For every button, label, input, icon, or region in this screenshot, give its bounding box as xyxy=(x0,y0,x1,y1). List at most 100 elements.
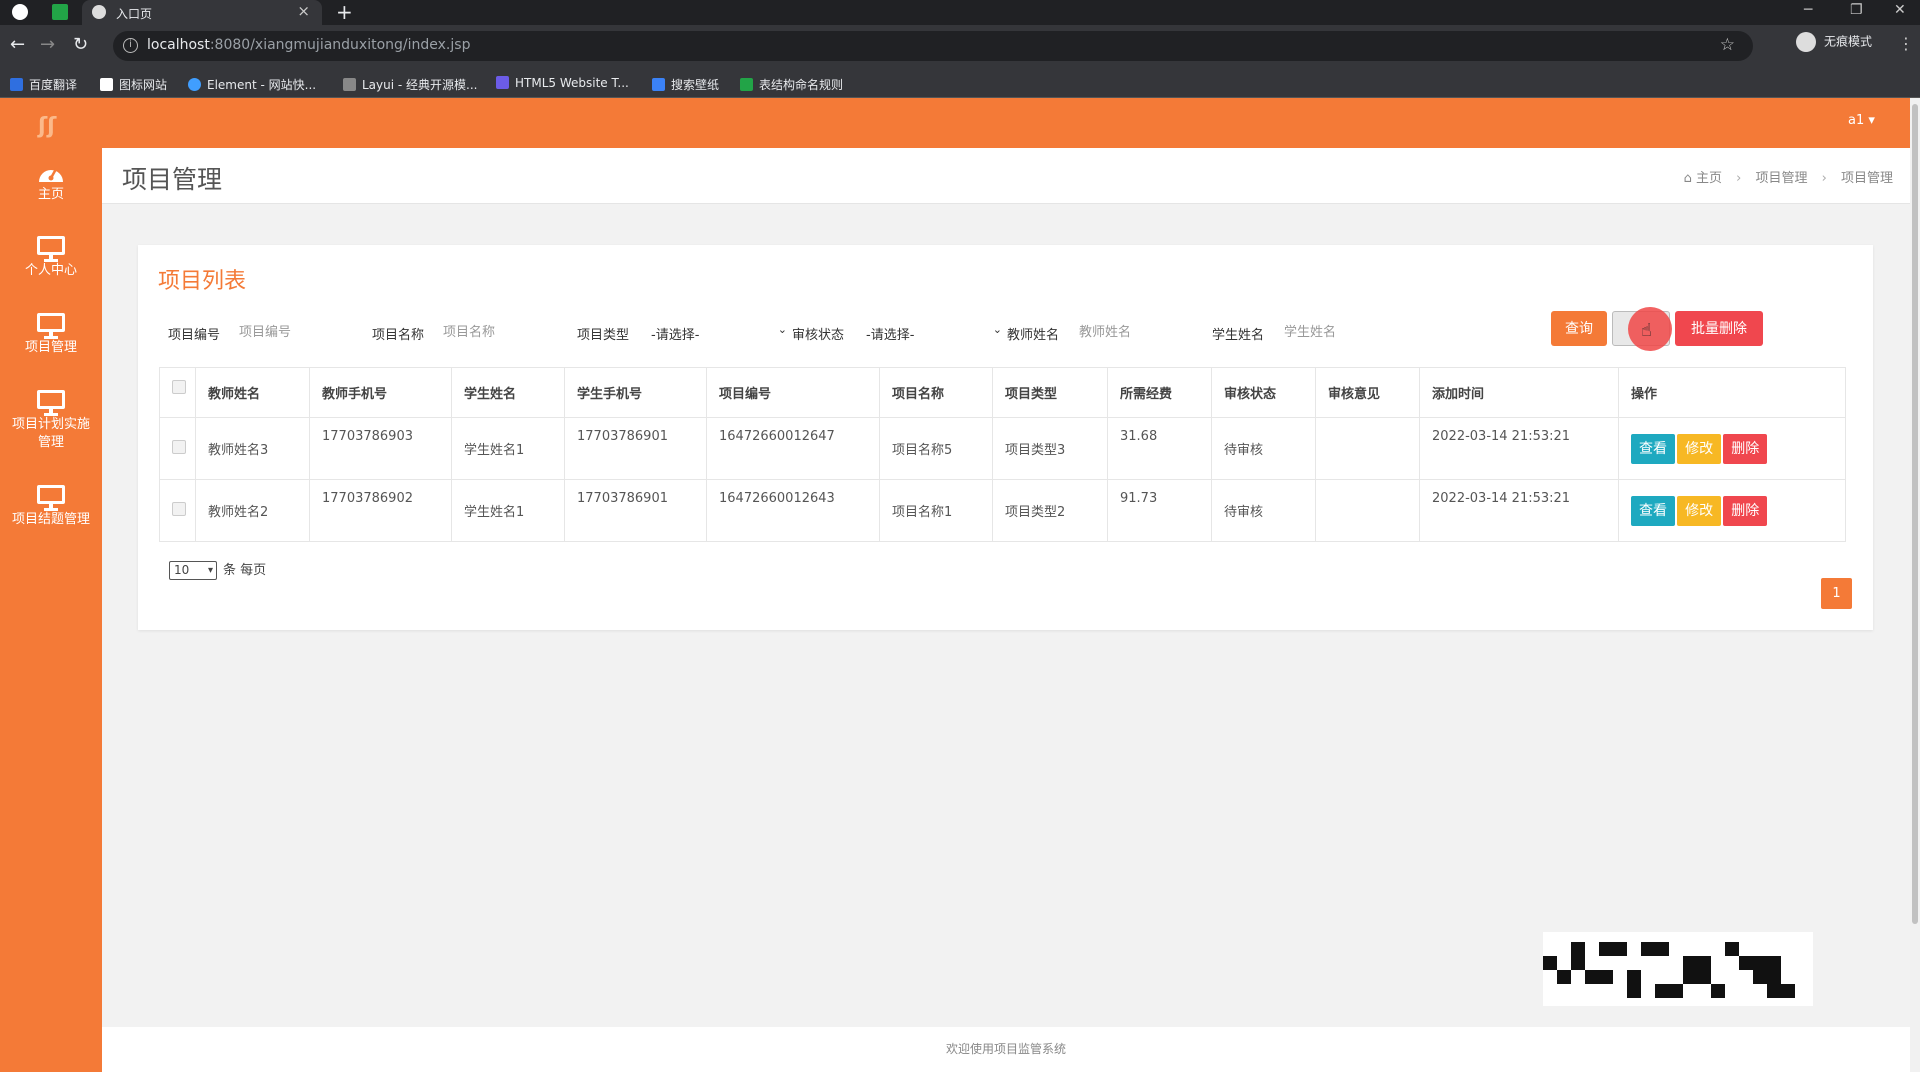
cell-student-phone: 17703786901 xyxy=(564,479,707,542)
forward-arrow-icon[interactable]: → xyxy=(40,35,55,55)
new-tab-button[interactable]: + xyxy=(336,0,353,25)
cell-project-type: 项目类型3 xyxy=(992,417,1108,480)
monitor-icon xyxy=(37,313,65,339)
cell-project-type: 项目类型2 xyxy=(992,479,1108,542)
edit-button[interactable]: 修改 xyxy=(1677,433,1722,464)
window-close-icon[interactable]: ✕ xyxy=(1894,0,1906,20)
minimize-icon[interactable]: ─ xyxy=(1804,0,1812,20)
column-header[interactable]: 添加时间 xyxy=(1419,367,1619,418)
url-field[interactable]: i localhost:8080/xiangmujianduxitong/ind… xyxy=(113,31,1753,61)
restore-icon[interactable]: ❐ xyxy=(1850,0,1863,20)
bookmark-item[interactable]: 百度翻译 xyxy=(10,76,77,93)
browser-menu-icon[interactable]: ⋮ xyxy=(1898,34,1914,53)
reload-icon[interactable]: ↻ xyxy=(73,35,88,55)
column-header[interactable]: 所需经费 xyxy=(1107,367,1212,418)
column-header[interactable]: 教师手机号 xyxy=(309,367,452,418)
teacher-name-label: 教师姓名 xyxy=(1007,328,1060,343)
audit-status-select[interactable]: -请选择- ⌄ xyxy=(866,323,1002,343)
column-header[interactable]: 项目名称 xyxy=(879,367,993,418)
flag-icon xyxy=(100,78,113,91)
bookmark-item[interactable]: 图标网站 xyxy=(100,76,167,93)
batch-delete-button[interactable]: 批量删除 xyxy=(1675,311,1763,346)
query-button[interactable]: 查询 xyxy=(1551,311,1607,346)
browser-tab-active[interactable]: 入口页 × xyxy=(82,0,322,25)
cell-budget: 31.68 xyxy=(1107,417,1212,480)
sidebar-item-profile[interactable]: 个人中心 xyxy=(0,236,102,280)
cell-teacher: 教师姓名2 xyxy=(195,479,310,542)
back-arrow-icon[interactable]: ← xyxy=(10,35,25,55)
incognito-icon xyxy=(1796,32,1816,52)
column-header[interactable]: 项目类型 xyxy=(992,367,1108,418)
cell-project-no: 16472660012643 xyxy=(706,479,880,542)
row-checkbox[interactable] xyxy=(172,501,186,516)
card-title: 项目列表 xyxy=(158,269,247,294)
bookmark-item[interactable]: HTML5 Website T... xyxy=(496,76,629,90)
sidebar-item-project-management[interactable]: 项目管理 xyxy=(0,313,102,357)
select-all-checkbox[interactable] xyxy=(172,380,186,394)
browser-globe-icon[interactable] xyxy=(12,4,28,20)
cell-operations: 查看 修改 删除 xyxy=(1618,479,1846,542)
project-no-input[interactable] xyxy=(235,318,345,346)
bookmark-item[interactable]: Layui - 经典开源模... xyxy=(343,76,477,93)
sidebar-item-plan-implementation[interactable]: 项目计划实施管理 xyxy=(0,390,102,452)
bookmark-item[interactable]: 表结构命名规则 xyxy=(740,76,843,93)
column-header[interactable]: 审核意见 xyxy=(1315,367,1420,418)
page-scrollbar[interactable] xyxy=(1910,98,1920,1072)
incognito-indicator[interactable]: 无痕模式 xyxy=(1796,32,1872,52)
chevron-down-icon: ▾ xyxy=(207,565,213,576)
student-name-input[interactable] xyxy=(1280,318,1390,346)
footer-text: 欢迎使用项目监管系统 xyxy=(945,1042,1066,1056)
view-button[interactable]: 查看 xyxy=(1631,495,1675,526)
sidebar-item-label: 项目管理 xyxy=(24,340,77,355)
column-header[interactable]: 审核状态 xyxy=(1211,367,1316,418)
sidebar: 主页 个人中心 项目管理 项目计划实施管理 项目结题管理 xyxy=(0,148,102,1072)
app-logo: ʃʃ xyxy=(38,114,57,139)
chevron-down-icon: ⌄ xyxy=(777,323,787,336)
bookmark-item[interactable]: 搜索壁纸 xyxy=(652,76,719,93)
scrollbar-thumb[interactable] xyxy=(1912,104,1918,924)
user-menu[interactable]: a1 ▾ xyxy=(1848,113,1875,128)
audit-status-label: 审核状态 xyxy=(792,328,845,343)
page-header: 项目管理 ⌂ 主页 › 项目管理 › 项目管理 xyxy=(102,148,1910,204)
project-table: 教师姓名 教师手机号 学生姓名 学生手机号 项目编号 项目名称 项目类型 所需经… xyxy=(159,367,1846,542)
teacher-name-input[interactable] xyxy=(1075,318,1185,346)
column-header[interactable]: 项目编号 xyxy=(706,367,880,418)
cell-added-time: 2022-03-14 21:53:21 xyxy=(1419,479,1619,542)
breadcrumb-separator: › xyxy=(1736,171,1742,186)
sidebar-item-home[interactable]: 主页 xyxy=(0,160,102,204)
monitor-icon xyxy=(37,236,65,262)
column-header[interactable]: 教师姓名 xyxy=(195,367,310,418)
page-number-current[interactable]: 1 xyxy=(1821,578,1852,609)
project-type-select[interactable]: -请选择- ⌄ xyxy=(651,323,787,343)
table-row: 教师姓名3 17703786903 学生姓名1 17703786901 1647… xyxy=(159,417,1846,480)
sidebar-item-project-closure[interactable]: 项目结题管理 xyxy=(0,485,102,529)
column-header[interactable]: 学生手机号 xyxy=(564,367,707,418)
view-button[interactable]: 查看 xyxy=(1631,433,1675,464)
cell-project-no: 16472660012647 xyxy=(706,417,880,480)
row-checkbox[interactable] xyxy=(172,439,186,454)
column-header[interactable]: 学生姓名 xyxy=(451,367,565,418)
page-title: 项目管理 xyxy=(122,165,223,194)
cell-student: 学生姓名1 xyxy=(451,479,565,542)
cell-teacher-phone: 17703786902 xyxy=(309,479,452,542)
delete-button[interactable]: 删除 xyxy=(1723,433,1768,464)
project-name-input[interactable] xyxy=(439,318,549,346)
edit-button[interactable]: 修改 xyxy=(1677,495,1722,526)
row-select-cell xyxy=(159,417,196,480)
page-favicon-icon xyxy=(92,5,106,19)
bookmark-item[interactable]: Element - 网站快... xyxy=(188,76,316,93)
bookmark-star-icon[interactable]: ☆ xyxy=(1720,35,1735,55)
page-size-select[interactable]: 10 ▾ xyxy=(169,561,217,580)
url-text: localhost:8080/xiangmujianduxitong/index… xyxy=(147,37,471,53)
tab-close-icon[interactable]: × xyxy=(297,2,310,20)
select-all-cell xyxy=(159,367,196,418)
breadcrumb-item-home[interactable]: 主页 xyxy=(1696,171,1722,186)
layui-logo-icon xyxy=(343,78,356,91)
breadcrumb-item[interactable]: 项目管理 xyxy=(1755,171,1807,186)
pinned-tab-icon[interactable] xyxy=(52,4,68,20)
delete-button[interactable]: 删除 xyxy=(1723,495,1768,526)
project-name-label: 项目名称 xyxy=(372,328,425,343)
breadcrumb: ⌂ 主页 › 项目管理 › 项目管理 xyxy=(1684,167,1893,186)
browser-tab-bar: 入口页 × + ─ ❐ ✕ xyxy=(0,0,1920,25)
site-info-icon[interactable]: i xyxy=(123,38,138,53)
